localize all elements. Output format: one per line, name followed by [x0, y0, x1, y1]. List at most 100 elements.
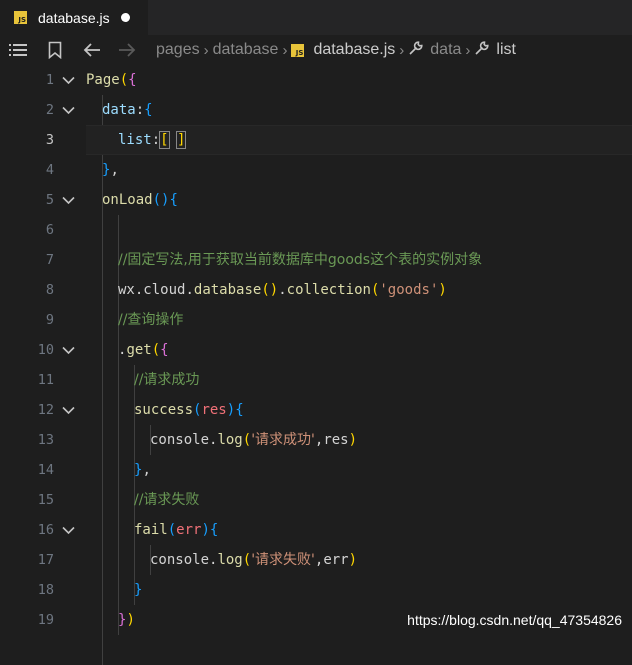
code-token: ( [151, 342, 161, 358]
code-token: ( [261, 282, 270, 298]
code-token: : [135, 102, 145, 118]
code-line[interactable]: 4}, [0, 155, 632, 185]
breadcrumb-bar: pages › database › JS database.js › data… [0, 35, 632, 65]
back-arrow-icon[interactable] [80, 35, 104, 65]
code-token: { [160, 342, 169, 358]
code-line[interactable]: 5 onLoad(){ [0, 185, 632, 215]
line-number: 8 [45, 282, 54, 298]
code-line[interactable]: 13 console.log('请求成功',res) [0, 425, 632, 455]
tab-database-js[interactable]: JS database.js [0, 0, 148, 35]
code-token: { [169, 192, 178, 208]
forward-arrow-icon[interactable] [115, 35, 139, 65]
code-token: cloud [143, 282, 186, 298]
code-token: ) [226, 402, 236, 418]
bookmark-icon[interactable] [43, 35, 67, 65]
code-text: } [134, 575, 142, 605]
code-line[interactable]: 1 Page({ [0, 65, 632, 95]
code-line[interactable]: 17 console.log('请求失败',err) [0, 545, 632, 575]
line-number: 16 [37, 522, 54, 538]
breadcrumb-item-database[interactable]: database [213, 41, 279, 59]
code-text: onLoad(){ [102, 185, 178, 215]
fold-chevron-icon[interactable] [62, 185, 76, 215]
code-line[interactable]: 6 [0, 215, 632, 245]
code-token: err [323, 552, 349, 568]
code-token: collection [286, 282, 371, 298]
code-line[interactable]: 3 list:[ ] [0, 125, 632, 155]
code-text: }, [102, 155, 119, 185]
chevron-right-icon: › [282, 41, 288, 59]
code-line[interactable]: 18} [0, 575, 632, 605]
code-token: , [142, 462, 151, 478]
code-text: }, [134, 455, 151, 485]
fold-chevron-icon[interactable] [62, 335, 76, 365]
tab-bar: JS database.js [0, 0, 632, 35]
code-text: .get({ [118, 335, 169, 365]
fold-chevron-icon[interactable] [62, 395, 76, 425]
breadcrumb-item-data[interactable]: data [430, 41, 461, 59]
code-line[interactable]: 11 //请求成功 [0, 365, 632, 395]
code-line[interactable]: 9 //查询操作 [0, 305, 632, 335]
breadcrumb-item-file[interactable]: database.js [313, 41, 395, 59]
line-number: 1 [45, 72, 54, 88]
code-text: }) [118, 605, 135, 635]
code-token: Page [86, 72, 120, 88]
js-file-icon: JS [291, 43, 305, 57]
line-number: 5 [45, 192, 54, 208]
breadcrumb-item-pages[interactable]: pages [156, 41, 200, 59]
code-line[interactable] [0, 635, 632, 665]
code-token: : [151, 132, 161, 148]
fold-chevron-icon[interactable] [62, 65, 76, 95]
line-number: 15 [37, 492, 54, 508]
code-text: success(res){ [134, 395, 244, 425]
code-token: success [134, 402, 194, 418]
unsaved-dot-icon[interactable] [120, 13, 130, 22]
code-line[interactable]: 8 wx.cloud.database().collection('goods') [0, 275, 632, 305]
code-line[interactable]: 15 //请求失败 [0, 485, 632, 515]
code-token: ) [126, 612, 135, 628]
code-token: ( [167, 522, 177, 538]
breadcrumb: pages › database › JS database.js › data… [156, 35, 516, 65]
code-line[interactable]: 2 data:{ [0, 95, 632, 125]
line-number: 19 [37, 612, 54, 628]
code-token: '请求失败' [251, 552, 315, 568]
code-text: console.log('请求成功',res) [150, 425, 357, 455]
code-token: err [176, 522, 202, 538]
fold-chevron-icon[interactable] [62, 95, 76, 125]
fold-chevron-icon[interactable] [62, 515, 76, 545]
code-token: [ [159, 131, 170, 149]
breadcrumb-item-list[interactable]: list [496, 41, 516, 59]
code-token: . [185, 282, 194, 298]
code-line[interactable]: 16 fail(err){ [0, 515, 632, 545]
code-token: res [201, 402, 227, 418]
code-text: //固定写法,用于获取当前数据库中goods这个表的实例对象 [118, 245, 482, 275]
line-number: 14 [37, 462, 54, 478]
code-token: log [217, 552, 243, 568]
code-text: //请求成功 [134, 365, 199, 395]
code-line[interactable]: 14}, [0, 455, 632, 485]
line-number: 7 [45, 252, 54, 268]
list-icon[interactable] [6, 35, 30, 65]
code-token: wx [118, 282, 135, 298]
code-line[interactable]: 12 success(res){ [0, 395, 632, 425]
code-token: { [209, 522, 219, 538]
code-token: ) [201, 522, 210, 538]
code-line[interactable]: 7 //固定写法,用于获取当前数据库中goods这个表的实例对象 [0, 245, 632, 275]
code-token: //固定写法,用于获取当前数据库中goods这个表的实例对象 [118, 252, 483, 268]
chevron-right-icon: › [465, 41, 471, 59]
code-token: { [128, 72, 137, 88]
chevron-right-icon: › [399, 41, 405, 59]
code-token: '请求成功' [251, 432, 315, 448]
chevron-right-icon: › [203, 41, 209, 59]
code-editor[interactable]: 1 Page({2 data:{3 list:[ ] 4}, 5 onLoad(){6 7//… [0, 65, 632, 665]
code-token: , [110, 162, 119, 178]
code-token: fail [134, 522, 168, 538]
watermark: https://blog.csdn.net/qq_47354826 [407, 612, 622, 628]
code-token: ) [269, 282, 279, 298]
code-token: ) [348, 432, 358, 448]
code-token: database [193, 282, 262, 298]
code-token: { [235, 402, 244, 418]
code-text: Page({ [86, 65, 137, 95]
code-line[interactable]: 10 .get({ [0, 335, 632, 365]
js-file-icon: JS [14, 11, 27, 24]
